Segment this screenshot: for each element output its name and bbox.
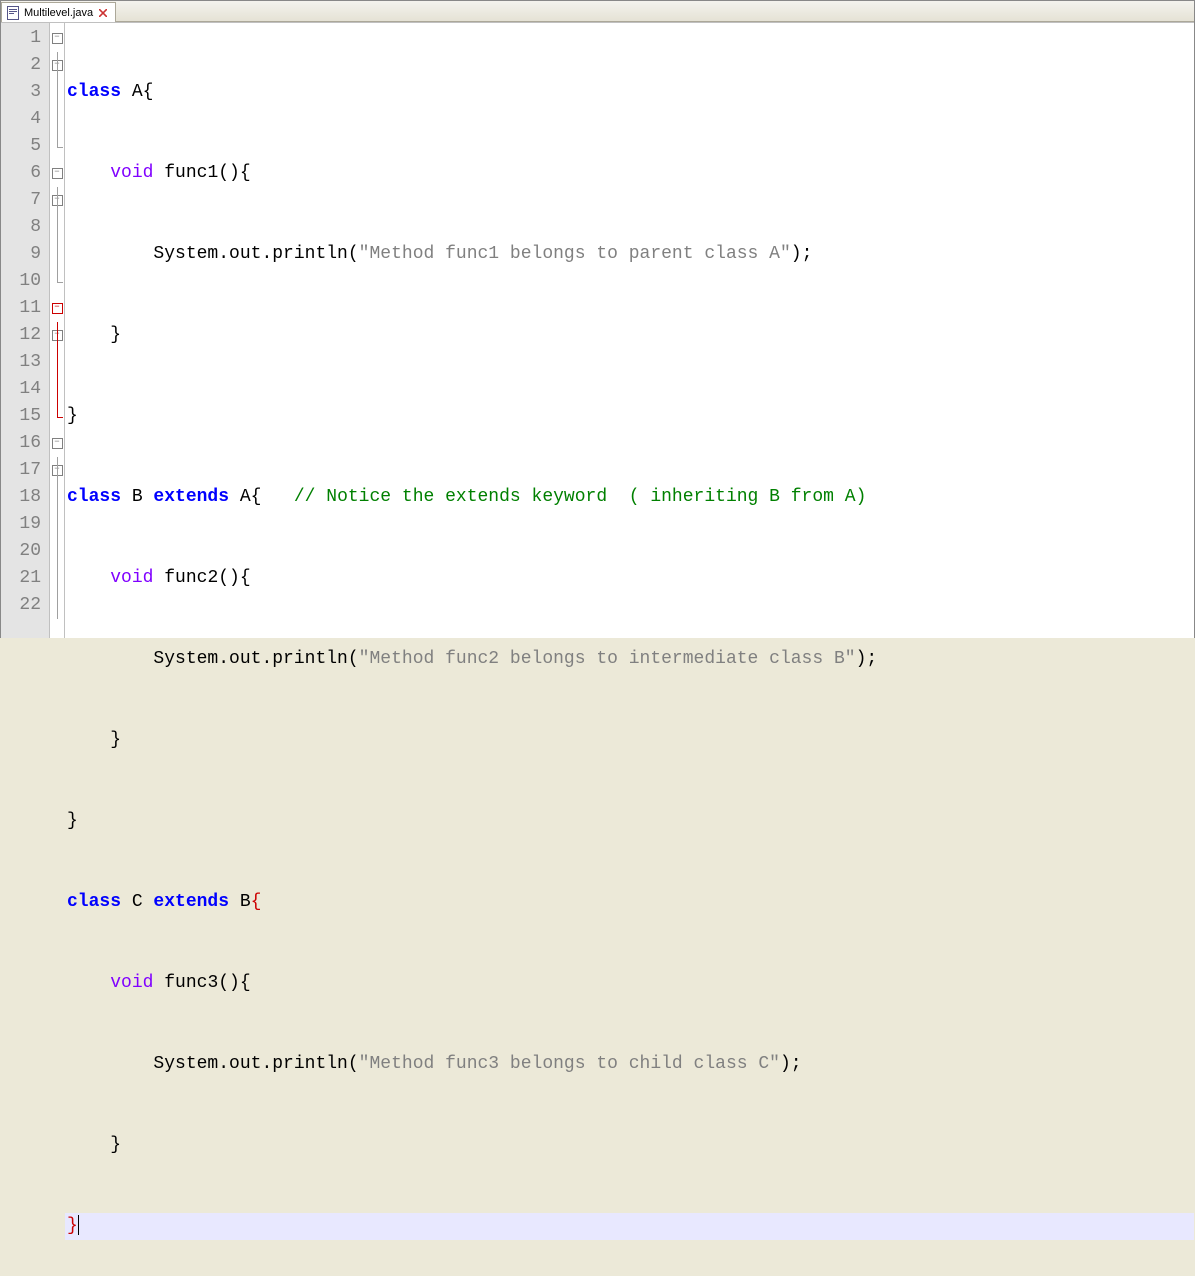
java-file-icon bbox=[6, 6, 20, 20]
code-line: } bbox=[65, 403, 1194, 430]
code-line: void func3(){ bbox=[65, 970, 1194, 997]
tab-bar: Multilevel.java bbox=[1, 1, 1194, 22]
text-caret bbox=[78, 1215, 79, 1235]
tab-filename: Multilevel.java bbox=[24, 7, 93, 19]
fold-gutter[interactable]: − − − − − − − − bbox=[49, 23, 65, 638]
code-line: System.out.println("Method func3 belongs… bbox=[65, 1051, 1194, 1078]
code-line: void func1(){ bbox=[65, 160, 1194, 187]
code-line: void func2(){ bbox=[65, 565, 1194, 592]
code-line: } bbox=[65, 1132, 1194, 1159]
code-line: } bbox=[65, 727, 1194, 754]
line-gutter: 12345678910111213141516171819202122 bbox=[1, 23, 49, 638]
code-line-current: } bbox=[65, 1213, 1194, 1240]
code-line: } bbox=[65, 322, 1194, 349]
file-tab[interactable]: Multilevel.java bbox=[1, 2, 116, 22]
code-line: class A{ bbox=[65, 79, 1194, 106]
code-area[interactable]: class A{ void func1(){ System.out.printl… bbox=[65, 23, 1194, 638]
code-line: System.out.println("Method func1 belongs… bbox=[65, 241, 1194, 268]
code-line: System.out.println("Method func2 belongs… bbox=[65, 646, 1194, 673]
close-icon[interactable] bbox=[97, 7, 109, 19]
code-line: } bbox=[65, 808, 1194, 835]
editor[interactable]: 12345678910111213141516171819202122 − − … bbox=[1, 22, 1194, 638]
code-line: class B extends A{ // Notice the extends… bbox=[65, 484, 1194, 511]
code-line: class C extends B{ bbox=[65, 889, 1194, 916]
